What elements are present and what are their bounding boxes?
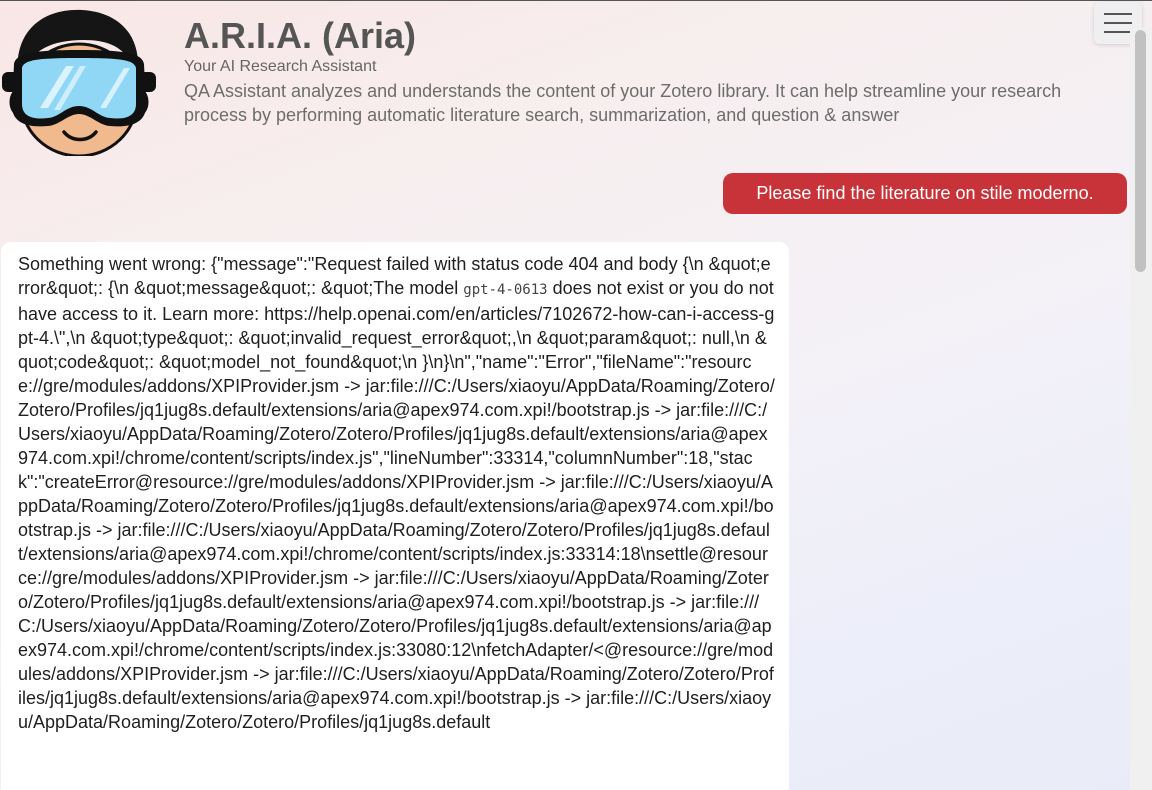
window-top-border [0,0,1152,1]
app-header: A.R.I.A. (Aria) Your AI Research Assista… [184,14,1084,127]
user-message-text: Please find the literature on stile mode… [756,183,1094,203]
goggles-avatar-icon [0,4,158,158]
hamburger-menu-icon [1104,13,1132,33]
model-name-code: gpt-4-0613 [463,282,548,298]
app-subtitle: Your AI Research Assistant [184,58,377,75]
user-message-bubble: Please find the literature on stile mode… [723,173,1127,214]
scrollbar-thumb[interactable] [1135,30,1146,272]
assistant-message-bubble: Something went wrong: {"message":"Reques… [1,242,789,790]
error-text-rest: does not exist or you do not have access… [18,278,775,732]
app-title: A.R.I.A. (Aria) [184,15,417,56]
assistant-message-text: Something went wrong: {"message":"Reques… [18,252,775,734]
app-description: QA Assistant analyzes and understands th… [184,81,1062,125]
